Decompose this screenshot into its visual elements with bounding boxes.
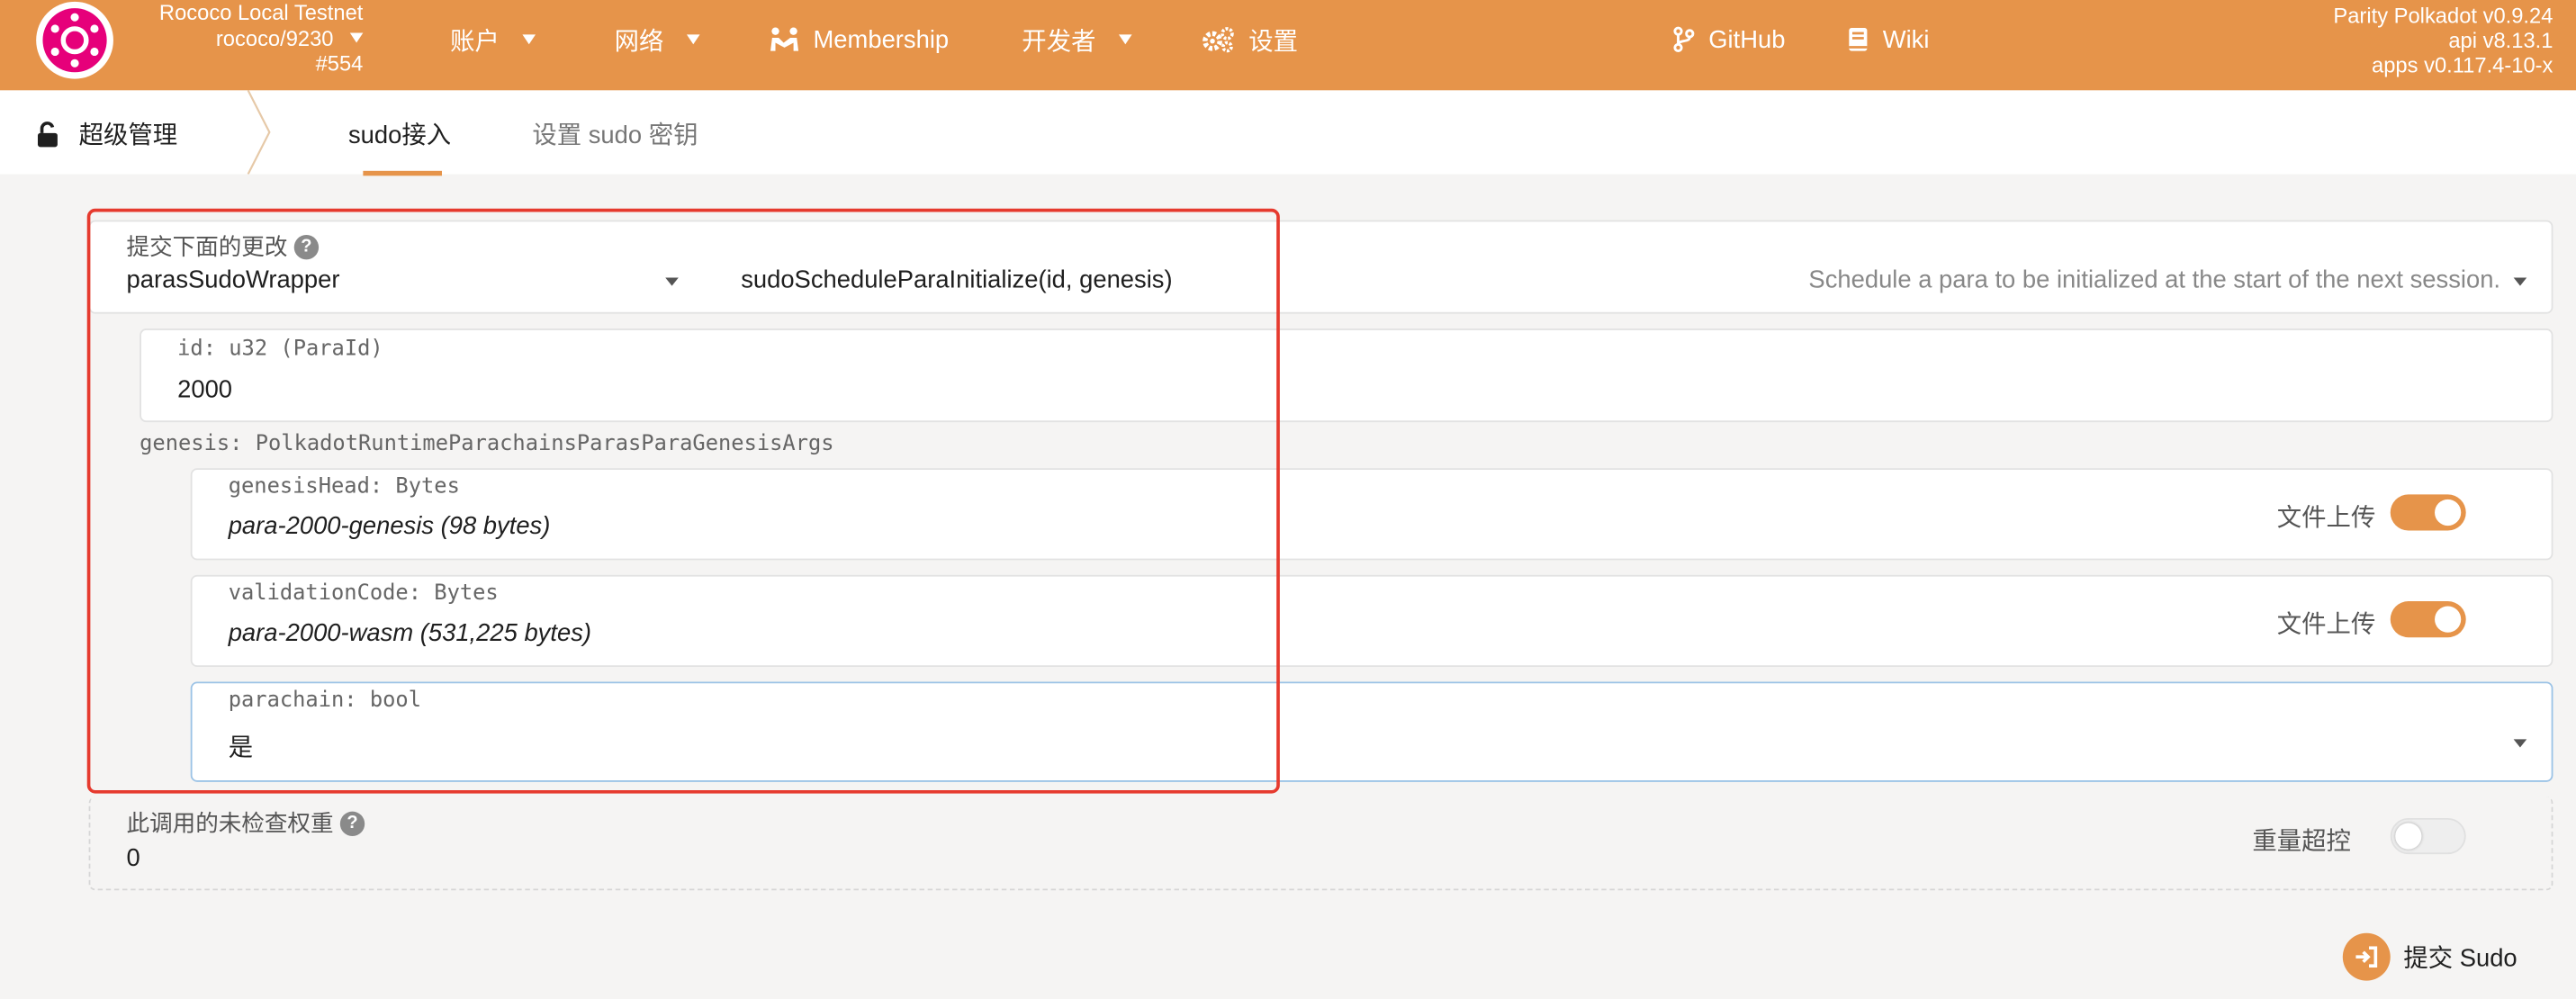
nav-membership[interactable]: Membership [769,23,949,57]
weight-value: 0 [126,844,140,873]
file-upload-label: 文件上传 [2276,610,2376,640]
chain-name: Rococo Local Testnet [158,0,364,25]
api-version: api v8.13.1 [2448,28,2553,53]
chain-id: rococo/9230 [215,25,334,50]
section-title: 超级管理 [78,122,178,150]
book-icon [1849,28,1868,51]
validation-code-upload-toggle[interactable] [2390,601,2466,638]
nav-membership-label: Membership [813,25,950,54]
chevron-down-icon [1119,34,1132,45]
nav-github[interactable]: GitHub [1672,23,1785,57]
sign-in-icon [2342,932,2391,981]
block-number: #554 [315,50,364,76]
tab-set-sudo-key[interactable]: 设置 sudo 密钥 [532,117,698,151]
top-nav-bar: Rococo Local Testnet rococo/9230 #554 账户… [0,0,2576,91]
nav-network[interactable]: 网络 [615,23,700,57]
weight-label-text: 此调用的未检查权重 [126,809,334,837]
nav-network-label: 网络 [614,27,664,56]
nav-developer-label: 开发者 [1022,27,1096,56]
nav-wiki[interactable]: Wiki [1847,23,1930,57]
code-branch-icon [1673,26,1695,53]
weight-label: 此调用的未检查权重 ? [127,806,365,840]
nav-github-label: GitHub [1708,25,1786,54]
nav-developer[interactable]: 开发者 [1022,23,1132,57]
gears-icon [1202,27,1234,53]
version-info: Parity Polkadot v0.9.24 api v8.13.1 apps… [2333,4,2553,77]
nav-accounts-label: 账户 [450,27,500,56]
chevron-down-icon [349,32,364,43]
breadcrumb-divider [247,90,271,175]
apps-version: apps v0.117.4-10-x [2372,52,2553,77]
highlight-annotation [86,208,1280,794]
chevron-down-icon [522,34,536,45]
genesis-head-upload-toggle[interactable] [2390,494,2466,531]
file-upload-label: 文件上传 [2276,504,2376,533]
node-version: Parity Polkadot v0.9.24 [2333,3,2553,29]
chain-selector[interactable]: Rococo Local Testnet rococo/9230 #554 [158,0,364,76]
help-icon[interactable]: ? [339,810,365,836]
tab-sudo-access[interactable]: sudo接入 [348,117,451,151]
people-icon [770,27,799,51]
method-dropdown-icon[interactable] [2513,277,2527,286]
active-tab-indicator [363,170,442,176]
weight-override-toggle[interactable] [2390,817,2466,855]
chevron-down-icon [686,34,700,45]
nav-accounts[interactable]: 账户 [450,23,536,57]
submit-sudo-button[interactable]: 提交 Sudo [2342,932,2517,981]
submit-sudo-label: 提交 Sudo [2403,944,2517,973]
weight-panel [88,796,2553,891]
nav-settings[interactable]: 设置 [1202,23,1298,57]
nav-wiki-label: Wiki [1882,25,1930,54]
nav-settings-label: 设置 [1248,27,1298,56]
chevron-down-icon[interactable] [2513,739,2527,748]
method-description: Schedule a para to be initialized at the… [1808,266,2501,294]
polkadot-logo-icon[interactable] [36,1,113,79]
section-breadcrumb: 超级管理 [36,117,177,151]
weight-override-label: 重量超控 [2252,827,2351,856]
app-root: Rococo Local Testnet rococo/9230 #554 账户… [0,0,2576,999]
unlock-icon [37,121,58,147]
